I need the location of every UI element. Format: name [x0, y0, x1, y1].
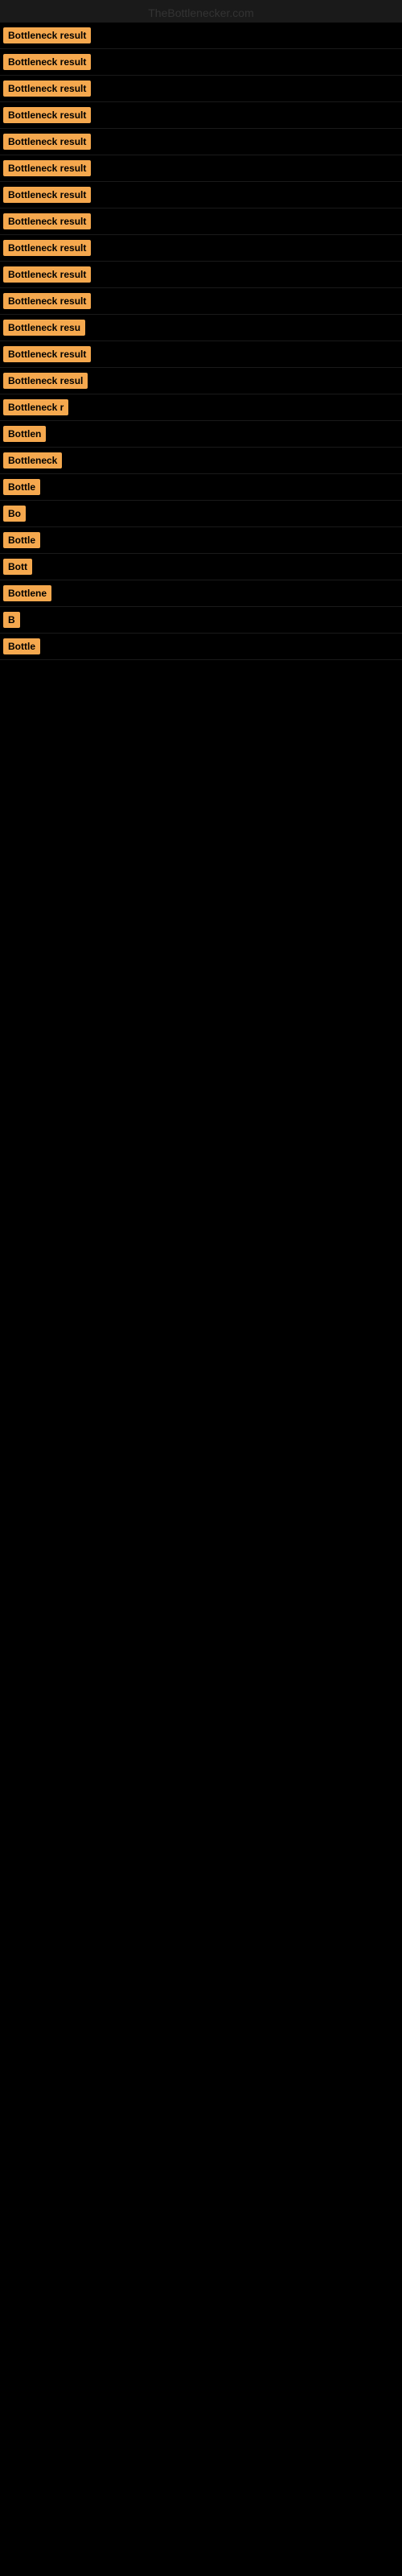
bottleneck-result-badge[interactable]: Bottleneck result: [3, 54, 91, 70]
bottleneck-result-badge[interactable]: B: [3, 612, 20, 628]
results-list: Bottleneck result Bottleneck result Bottle…: [0, 23, 402, 660]
bottleneck-result-badge[interactable]: Bottleneck result: [3, 134, 91, 150]
list-item: Bottleneck result: [0, 155, 402, 182]
list-item: Bott: [0, 554, 402, 580]
site-title: TheBottlenecker.com: [0, 0, 402, 23]
list-item: Bottleneck r: [0, 394, 402, 421]
list-item: Bottleneck result: [0, 23, 402, 49]
list-item: Bottleneck resu: [0, 315, 402, 341]
bottleneck-result-badge[interactable]: Bottleneck result: [3, 293, 91, 309]
bottleneck-result-badge[interactable]: Bottleneck result: [3, 213, 91, 229]
bottleneck-result-badge[interactable]: Bott: [3, 559, 32, 575]
list-item: Bottleneck result: [0, 208, 402, 235]
list-item: Bottle: [0, 634, 402, 660]
site-header: TheBottlenecker.com: [0, 0, 402, 23]
bottleneck-result-badge[interactable]: Bottleneck resul: [3, 373, 88, 389]
bottleneck-result-badge[interactable]: Bottleneck result: [3, 107, 91, 123]
bottleneck-result-badge[interactable]: Bottlen: [3, 426, 46, 442]
list-item: Bottleneck result: [0, 76, 402, 102]
bottleneck-result-badge[interactable]: Bottleneck: [3, 452, 62, 469]
bottleneck-result-badge[interactable]: Bottle: [3, 479, 40, 495]
bottleneck-result-badge[interactable]: Bottleneck result: [3, 27, 91, 43]
bottleneck-result-badge[interactable]: Bottleneck result: [3, 346, 91, 362]
list-item: Bottleneck result: [0, 262, 402, 288]
list-item: Bottleneck resul: [0, 368, 402, 394]
list-item: Bo: [0, 501, 402, 527]
list-item: Bottleneck result: [0, 341, 402, 368]
bottleneck-result-badge[interactable]: Bottleneck result: [3, 266, 91, 283]
list-item: Bottleneck result: [0, 182, 402, 208]
list-item: Bottleneck result: [0, 102, 402, 129]
list-item: Bottleneck result: [0, 235, 402, 262]
list-item: Bottleneck result: [0, 129, 402, 155]
bottleneck-result-badge[interactable]: Bottlene: [3, 585, 51, 601]
list-item: Bottleneck: [0, 448, 402, 474]
list-item: Bottle: [0, 527, 402, 554]
list-item: Bottlen: [0, 421, 402, 448]
bottleneck-result-badge[interactable]: Bottleneck r: [3, 399, 68, 415]
bottleneck-result-badge[interactable]: Bottleneck result: [3, 240, 91, 256]
list-item: Bottle: [0, 474, 402, 501]
list-item: B: [0, 607, 402, 634]
bottleneck-result-badge[interactable]: Bo: [3, 506, 26, 522]
bottleneck-result-badge[interactable]: Bottleneck result: [3, 160, 91, 176]
list-item: Bottleneck result: [0, 288, 402, 315]
bottleneck-result-badge[interactable]: Bottle: [3, 532, 40, 548]
bottleneck-result-badge[interactable]: Bottleneck resu: [3, 320, 85, 336]
list-item: Bottleneck result: [0, 49, 402, 76]
bottleneck-result-badge[interactable]: Bottleneck result: [3, 187, 91, 203]
list-item: Bottlene: [0, 580, 402, 607]
bottleneck-result-badge[interactable]: Bottleneck result: [3, 80, 91, 97]
bottleneck-result-badge[interactable]: Bottle: [3, 638, 40, 654]
